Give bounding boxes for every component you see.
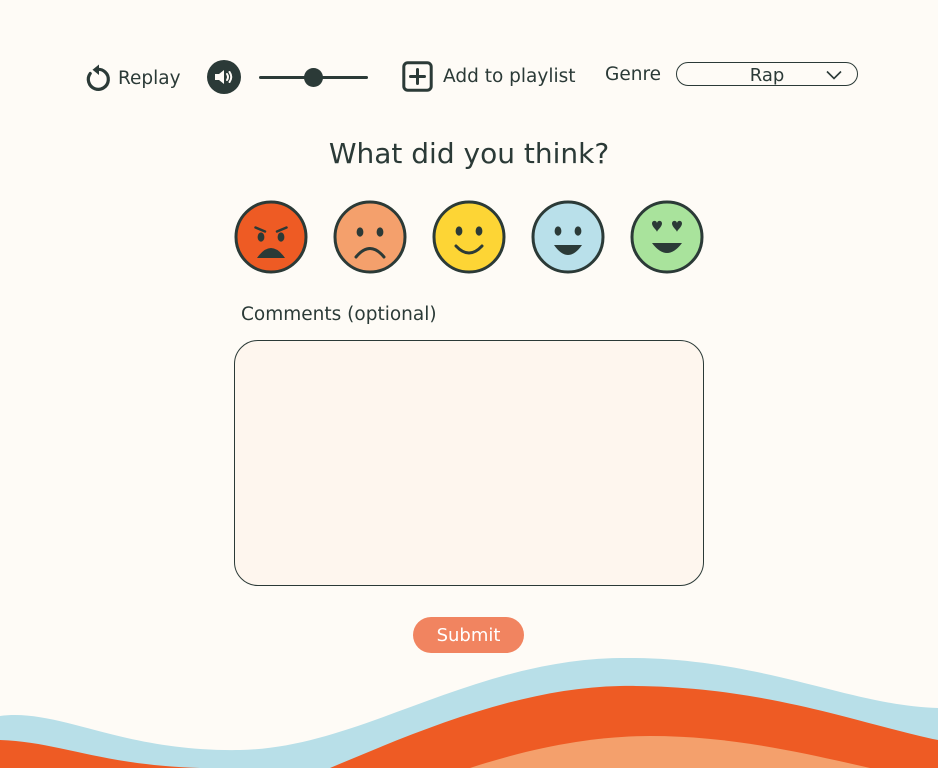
genre-label: Genre (605, 64, 662, 85)
heart-eyes-face-icon (630, 200, 704, 274)
submit-button[interactable]: Submit (413, 617, 524, 653)
player-toolbar: Replay Add to playlist Genre Rap (0, 0, 938, 120)
rating-question: What did you think? (328, 137, 610, 170)
sad-face-icon (333, 200, 407, 274)
plus-square-icon (402, 60, 433, 92)
replay-label: Replay (118, 67, 181, 89)
smile-face-icon (432, 200, 506, 274)
very-sad-face-icon (234, 200, 308, 274)
volume-slider[interactable] (259, 67, 368, 87)
volume-icon (215, 70, 233, 84)
volume-slider-thumb[interactable] (304, 68, 323, 87)
replay-icon (86, 64, 110, 91)
rating-very-sad-button[interactable] (234, 200, 308, 274)
genre-select[interactable]: Rap (676, 62, 858, 86)
add-to-playlist-button[interactable]: Add to playlist (402, 60, 576, 92)
add-to-playlist-label: Add to playlist (443, 65, 576, 87)
chevron-down-icon (826, 70, 842, 80)
happy-face-icon (531, 200, 605, 274)
comments-label: Comments (optional) (241, 304, 437, 325)
rating-neutral-smile-button[interactable] (432, 200, 506, 274)
replay-button[interactable]: Replay (83, 62, 181, 94)
rating-love-button[interactable] (630, 200, 704, 274)
comments-textarea[interactable] (234, 340, 704, 586)
rating-happy-button[interactable] (531, 200, 605, 274)
rating-sad-button[interactable] (333, 200, 407, 274)
volume-button[interactable] (207, 60, 241, 94)
